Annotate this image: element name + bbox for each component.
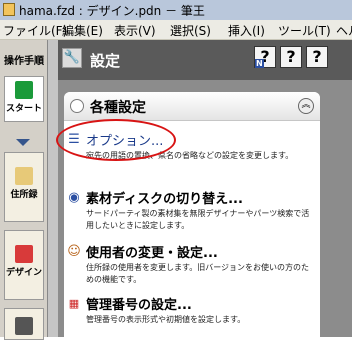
- title-bar: hama.fzd : デザイン.pdn － 筆王: [0, 0, 352, 20]
- menu-file[interactable]: ファイル(F): [3, 22, 67, 39]
- user-change-link[interactable]: 使用者の変更・設定...: [86, 242, 218, 261]
- help-new-button[interactable]: ? N: [254, 46, 276, 68]
- help-search-button[interactable]: ?: [280, 46, 302, 68]
- wrench-icon: 🔧: [62, 48, 82, 68]
- menu-help[interactable]: ヘル: [336, 22, 352, 39]
- menu-edit[interactable]: 編集(E): [62, 22, 103, 39]
- start-icon: [15, 81, 33, 99]
- settings-title: 設定: [90, 52, 121, 70]
- disk-icon: ◉: [68, 190, 80, 205]
- menu-select[interactable]: 選択(S): [170, 22, 211, 39]
- help-button[interactable]: ?: [306, 46, 328, 68]
- down-arrow-icon[interactable]: [16, 139, 30, 146]
- design-pencil-icon: [15, 245, 33, 263]
- procedure-panel: 操作手順 スタート 住所録 デザイン: [0, 40, 48, 340]
- panel-divider: [48, 40, 58, 337]
- card-title: 各種設定: [90, 100, 146, 116]
- address-book-icon: [15, 167, 33, 185]
- help-question-icon: ?: [312, 47, 322, 66]
- management-number-link[interactable]: 管理番号の設定...: [86, 294, 192, 313]
- address-book-button[interactable]: 住所録: [4, 152, 44, 222]
- menu-insert[interactable]: 挿入(I): [228, 22, 265, 39]
- menu-view[interactable]: 表示(V): [114, 22, 156, 39]
- start-label: スタート: [5, 104, 42, 114]
- collapse-icon[interactable]: ︽: [298, 98, 314, 114]
- settings-header: 🔧 設定 ? N ? ?: [58, 40, 352, 80]
- card-header: 各種設定 ︽: [64, 92, 320, 121]
- help-question-icon: ?: [286, 47, 296, 66]
- highlight-ellipse: [56, 119, 176, 161]
- start-button[interactable]: スタート: [4, 76, 44, 122]
- user-change-description: 住所録の使用者を変更します。旧バージョンをお使いの方のための機能です。: [86, 263, 310, 284]
- material-disk-description: サードパーティ製の素材集を無限デザイナーやパーツ検索で活用したいときに設定します…: [86, 209, 310, 230]
- design-button[interactable]: デザイン: [4, 230, 44, 300]
- user-icon: ☺: [67, 244, 81, 259]
- circle-icon: [70, 99, 84, 113]
- printer-icon: [15, 317, 33, 335]
- app-icon: [3, 3, 15, 16]
- help-n-badge: N: [255, 59, 264, 68]
- procedure-header: 操作手順: [4, 56, 44, 67]
- design-label: デザイン: [5, 268, 42, 278]
- window-title: hama.fzd : デザイン.pdn － 筆王: [19, 4, 205, 18]
- management-number-description: 管理番号の表示形式や初期値を設定します。: [86, 315, 246, 324]
- material-disk-link[interactable]: 素材ディスクの切り替え...: [86, 188, 243, 207]
- menu-bar: ファイル(F) 編集(E) 表示(V) 選択(S) 挿入(I) ツール(T) ヘ…: [0, 20, 352, 40]
- menu-tools[interactable]: ツール(T): [278, 22, 331, 39]
- address-book-label: 住所録: [10, 190, 38, 200]
- print-button[interactable]: [4, 308, 44, 340]
- number-grid-icon: ▦: [68, 297, 80, 310]
